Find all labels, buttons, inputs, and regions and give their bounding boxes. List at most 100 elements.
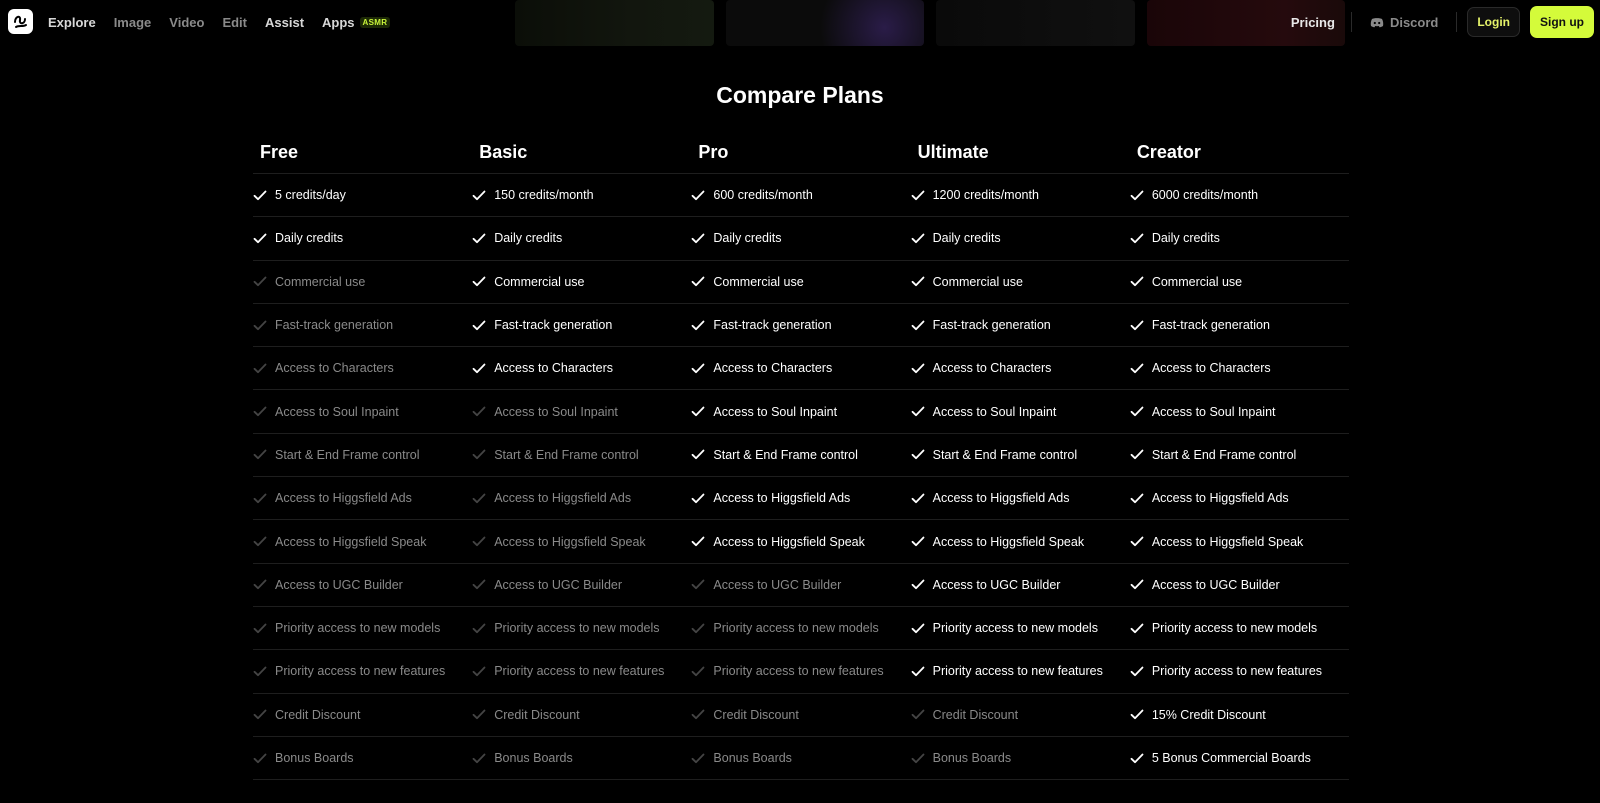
- feature-cell: Fast-track generation: [1130, 318, 1349, 332]
- check-icon: [691, 448, 713, 462]
- feature-cell: Access to Higgsfield Speak: [911, 535, 1130, 549]
- feature-cell: Priority access to new models: [1130, 621, 1349, 635]
- feature-label: Priority access to new models: [713, 621, 879, 636]
- check-icon: [472, 275, 494, 289]
- feature-cell: Access to Higgsfield Ads: [691, 491, 910, 505]
- check-icon: [911, 405, 933, 419]
- feature-cell: Bonus Boards: [253, 751, 472, 765]
- feature-cell: Priority access to new features: [911, 664, 1130, 678]
- nav-apps[interactable]: Apps: [322, 15, 355, 30]
- check-icon: [1130, 578, 1152, 592]
- feature-label: Credit Discount: [494, 707, 580, 722]
- table-row: Credit Discount Credit Discount Credit Dis…: [253, 694, 1349, 737]
- signup-button[interactable]: Sign up: [1530, 6, 1594, 38]
- check-icon: [253, 318, 275, 332]
- feature-label: Start & End Frame control: [494, 447, 639, 462]
- banner-thumbnail[interactable]: [936, 0, 1135, 46]
- feature-cell: Start & End Frame control: [472, 448, 691, 462]
- check-icon: [472, 405, 494, 419]
- table-row: Access to Soul Inpaint Access to Soul Inp…: [253, 390, 1349, 434]
- feature-cell: 5 credits/day: [253, 188, 472, 202]
- feature-cell: Access to UGC Builder: [691, 578, 910, 592]
- feature-cell: Commercial use: [911, 275, 1130, 289]
- check-icon: [253, 664, 275, 678]
- feature-cell: Fast-track generation: [253, 318, 472, 332]
- banner-thumbnail[interactable]: [515, 0, 714, 46]
- feature-label: Access to Higgsfield Speak: [932, 534, 1085, 549]
- feature-cell: Daily credits: [691, 231, 910, 245]
- feature-cell: Credit Discount: [691, 708, 910, 722]
- feature-label: 5 credits/day: [275, 188, 346, 203]
- nav-assist[interactable]: Assist: [265, 15, 304, 30]
- nav-video[interactable]: Video: [169, 15, 204, 30]
- banner-thumbnail[interactable]: [725, 0, 924, 46]
- feature-cell: Access to Higgsfield Ads: [1130, 491, 1349, 505]
- feature-cell: Access to Higgsfield Ads: [911, 491, 1130, 505]
- nav-image[interactable]: Image: [114, 15, 152, 30]
- check-icon: [472, 664, 494, 678]
- check-icon: [472, 708, 494, 722]
- feature-label: Daily credits: [713, 231, 782, 246]
- feature-cell: Priority access to new features: [253, 664, 472, 678]
- feature-label: Access to Higgsfield Speak: [1151, 534, 1304, 549]
- table-row: Access to Higgsfield Speak Access to Higg…: [253, 520, 1349, 564]
- nav-apps-group[interactable]: Apps ASMR: [322, 15, 391, 30]
- feature-label: Access to Soul Inpaint: [275, 404, 399, 419]
- check-icon: [691, 231, 713, 245]
- feature-label: Access to Soul Inpaint: [932, 404, 1057, 419]
- feature-label: Bonus Boards: [494, 751, 573, 765]
- main-nav: Explore Image Video Edit Assist Apps ASM…: [48, 0, 391, 44]
- feature-cell: Commercial use: [472, 275, 691, 289]
- higgsfield-logo[interactable]: [8, 9, 33, 34]
- plan-header-pro: Pro: [698, 142, 729, 162]
- check-icon: [911, 361, 933, 375]
- feature-cell: 150 credits/month: [472, 188, 691, 202]
- nav-divider: [1456, 12, 1458, 32]
- feature-label: Access to Characters: [932, 361, 1052, 376]
- check-icon: [472, 231, 494, 245]
- feature-label: Start & End Frame control: [713, 447, 858, 462]
- discord-link[interactable]: Discord: [1370, 15, 1438, 30]
- feature-cell: Access to Higgsfield Ads: [472, 491, 691, 505]
- feature-cell: Start & End Frame control: [1130, 448, 1349, 462]
- feature-label: 6000 credits/month: [1151, 188, 1259, 203]
- top-navigation-bar: Explore Image Video Edit Assist Apps ASM…: [0, 0, 1600, 46]
- feature-label: Fast-track generation: [275, 318, 394, 333]
- discord-icon: [1370, 17, 1384, 27]
- check-icon: [472, 535, 494, 549]
- pricing-link[interactable]: Pricing: [1291, 15, 1335, 30]
- feature-label: Start & End Frame control: [1151, 447, 1297, 462]
- check-icon: [253, 361, 275, 375]
- table-row: Access to Higgsfield Ads Access to Higgsf…: [253, 477, 1349, 521]
- feature-label: Access to Characters: [275, 361, 394, 376]
- check-icon: [1130, 275, 1152, 289]
- feature-label: Commercial use: [275, 274, 366, 289]
- feature-label: Priority access to new models: [1151, 621, 1318, 636]
- check-icon: [691, 535, 713, 549]
- feature-cell: Access to Higgsfield Speak: [253, 535, 472, 549]
- check-icon: [1130, 361, 1152, 375]
- feature-label: Fast-track generation: [932, 318, 1051, 333]
- check-icon: [911, 578, 933, 592]
- nav-explore[interactable]: Explore: [48, 15, 96, 30]
- feature-label: Daily credits: [1151, 231, 1220, 246]
- feature-label: Commercial use: [494, 274, 585, 289]
- compare-plans-table: Free Basic Pro Ultimate Creator 5 credits/da…: [253, 132, 1349, 781]
- feature-cell: Priority access to new features: [472, 664, 691, 678]
- feature-cell: Priority access to new models: [472, 621, 691, 635]
- feature-cell: Daily credits: [472, 231, 691, 245]
- nav-edit[interactable]: Edit: [222, 15, 247, 30]
- feature-label: Credit Discount: [932, 707, 1019, 722]
- check-icon: [1130, 188, 1152, 202]
- feature-label: Priority access to new features: [494, 664, 665, 679]
- check-icon: [911, 448, 933, 462]
- login-button[interactable]: Login: [1467, 7, 1520, 37]
- feature-label: Priority access to new features: [275, 664, 446, 679]
- table-row: Commercial use Commercial use Commercial u…: [253, 261, 1349, 304]
- feature-cell: Fast-track generation: [691, 318, 910, 332]
- feature-label: Access to Higgsfield Speak: [275, 534, 427, 549]
- feature-label: 1200 credits/month: [932, 188, 1039, 203]
- feature-cell: Access to Higgsfield Speak: [1130, 535, 1349, 549]
- check-icon: [691, 275, 713, 289]
- feature-label: Fast-track generation: [494, 318, 613, 333]
